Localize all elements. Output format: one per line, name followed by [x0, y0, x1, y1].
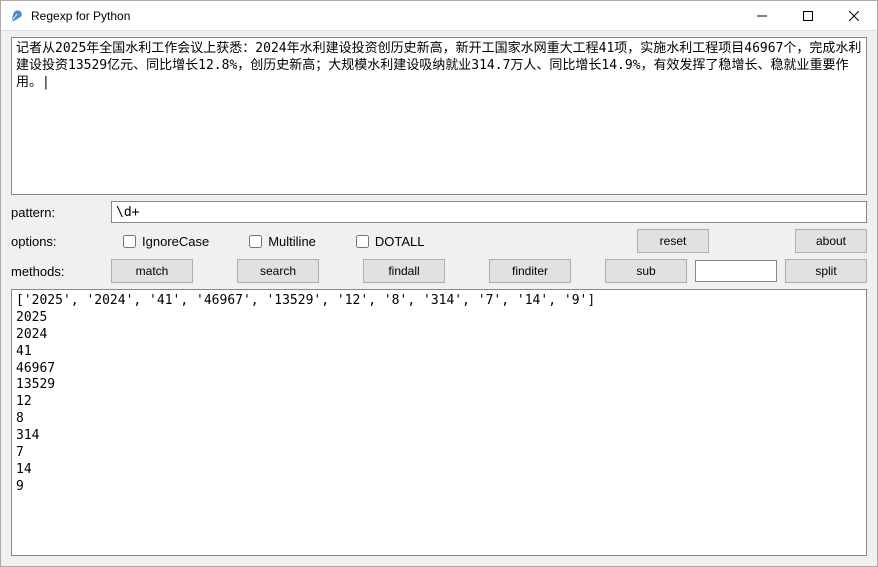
methods-label: methods: — [11, 264, 103, 279]
dotall-option[interactable]: DOTALL — [356, 234, 425, 249]
multiline-checkbox[interactable] — [249, 235, 262, 248]
window-title: Regexp for Python — [31, 9, 739, 23]
dotall-checkbox[interactable] — [356, 235, 369, 248]
content-area: pattern: options: IgnoreCase Multiline D… — [1, 31, 877, 566]
minimize-icon — [757, 11, 767, 21]
match-button[interactable]: match — [111, 259, 193, 283]
dotall-label: DOTALL — [375, 234, 425, 249]
options-label: options: — [11, 234, 103, 249]
window-controls — [739, 1, 877, 30]
multiline-label: Multiline — [268, 234, 316, 249]
close-button[interactable] — [831, 1, 877, 30]
multiline-option[interactable]: Multiline — [249, 234, 316, 249]
ignorecase-checkbox[interactable] — [123, 235, 136, 248]
about-button[interactable]: about — [795, 229, 867, 253]
findall-button[interactable]: findall — [363, 259, 445, 283]
sub-button[interactable]: sub — [605, 259, 687, 283]
ignorecase-label: IgnoreCase — [142, 234, 209, 249]
minimize-button[interactable] — [739, 1, 785, 30]
maximize-icon — [803, 11, 813, 21]
pattern-label: pattern: — [11, 205, 103, 220]
close-icon — [849, 11, 859, 21]
maximize-button[interactable] — [785, 1, 831, 30]
options-group: IgnoreCase Multiline DOTALL — [111, 234, 629, 249]
search-button[interactable]: search — [237, 259, 319, 283]
app-window: Regexp for Python pattern: options: — [0, 0, 878, 567]
titlebar: Regexp for Python — [1, 1, 877, 31]
sub-input[interactable] — [695, 260, 777, 282]
finditer-button[interactable]: finditer — [489, 259, 571, 283]
options-row: options: IgnoreCase Multiline DOTALL res… — [11, 229, 867, 253]
methods-row: methods: match search findall finditer s… — [11, 259, 867, 283]
pattern-row: pattern: — [11, 201, 867, 223]
output-text-area[interactable] — [11, 289, 867, 556]
feather-icon — [9, 8, 25, 24]
ignorecase-option[interactable]: IgnoreCase — [123, 234, 209, 249]
pattern-input[interactable] — [111, 201, 867, 223]
split-button[interactable]: split — [785, 259, 867, 283]
input-text-area[interactable] — [11, 37, 867, 195]
reset-button[interactable]: reset — [637, 229, 709, 253]
